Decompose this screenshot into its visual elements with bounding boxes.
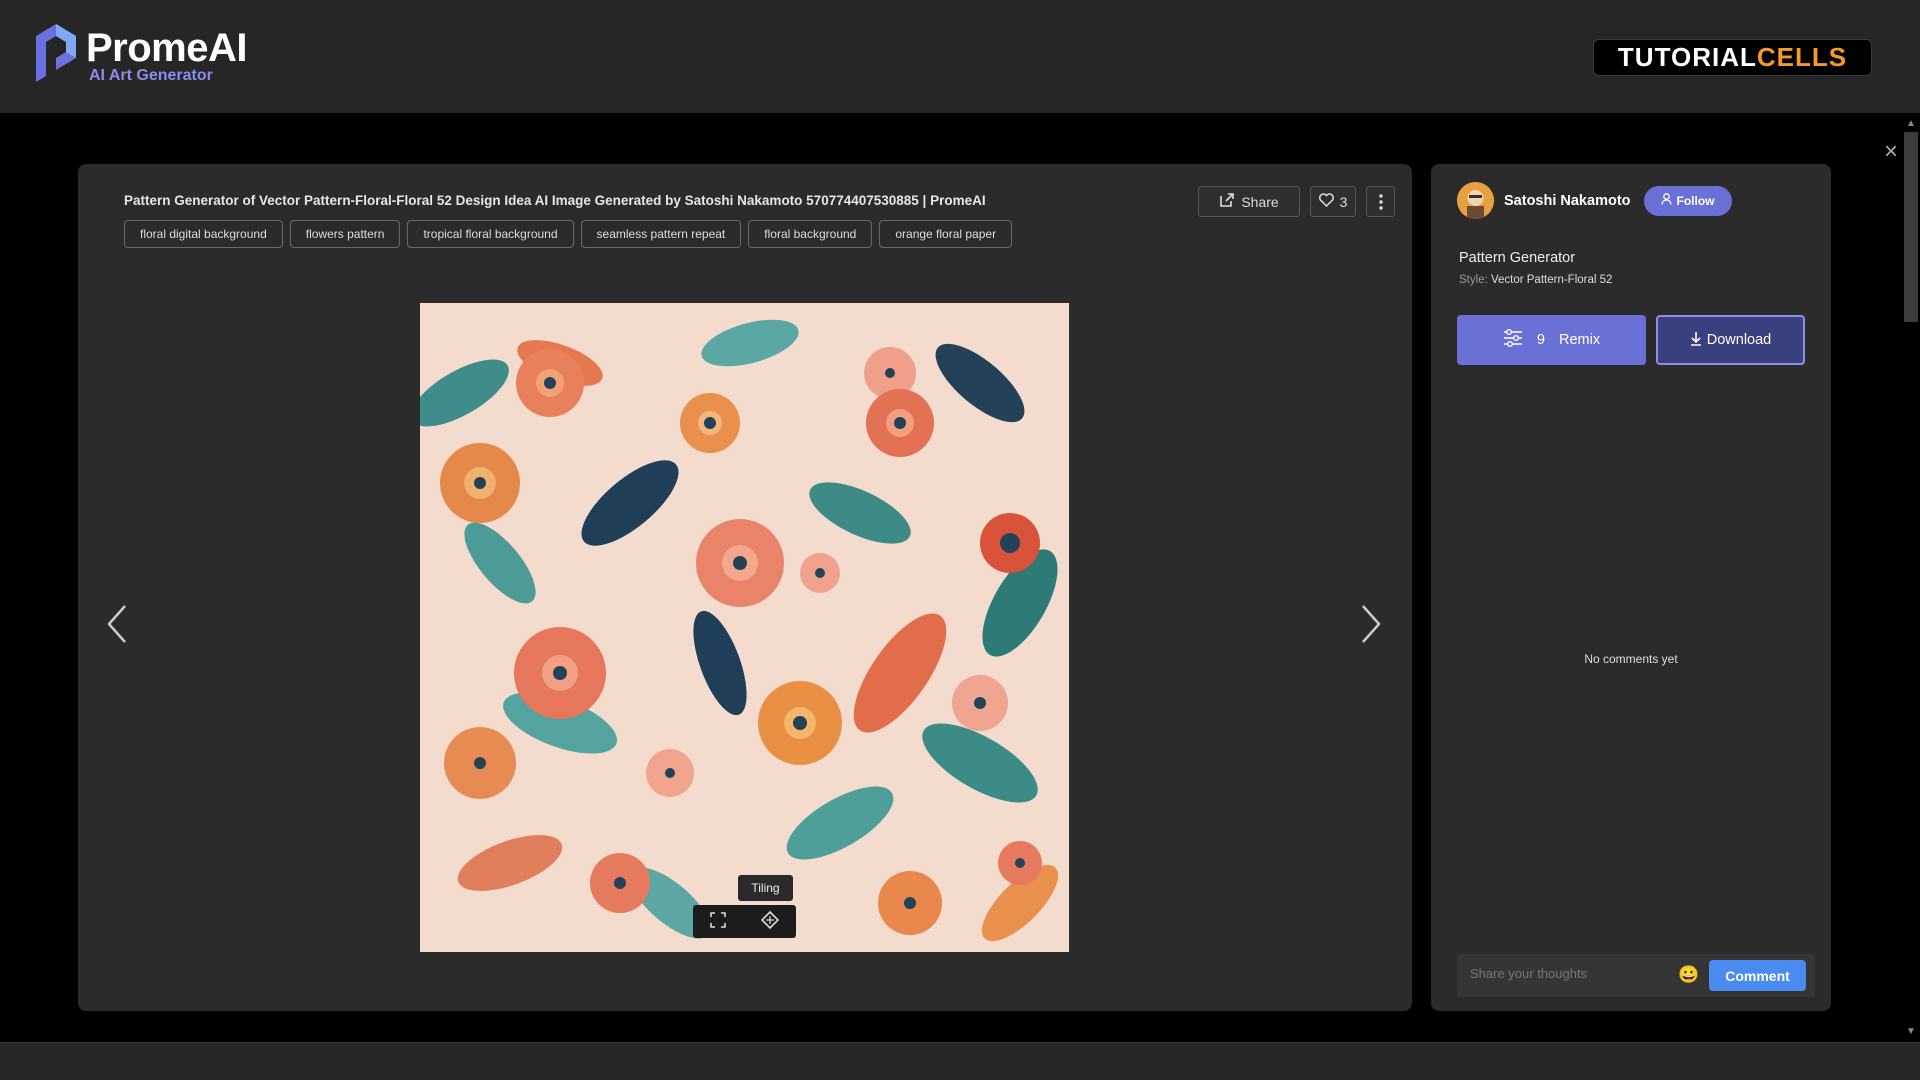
share-button[interactable]: Share <box>1198 186 1300 217</box>
comment-input[interactable]: Share your thoughts <box>1470 966 1587 981</box>
follow-button[interactable]: Follow <box>1643 185 1732 216</box>
tag-chip[interactable]: orange floral paper <box>879 220 1013 248</box>
style-key: Style: <box>1459 274 1488 286</box>
share-label: Share <box>1241 193 1279 210</box>
badge-text-b: CELLS <box>1756 42 1848 72</box>
scroll-down-icon[interactable]: ▼ <box>1905 1026 1917 1037</box>
remix-label: Remix <box>1558 332 1601 348</box>
generated-image[interactable] <box>420 303 1069 952</box>
fullscreen-icon[interactable] <box>710 911 727 932</box>
tag-chip[interactable]: floral digital background <box>124 220 283 248</box>
generator-name[interactable]: Pattern Generator <box>1459 250 1575 266</box>
logo-name: PromeAI <box>86 26 248 70</box>
tag-chip[interactable]: seamless pattern repeat <box>580 220 742 248</box>
author-row: Satoshi Nakamoto Follow <box>1457 182 1732 219</box>
logo-subtitle: AI Art Generator <box>89 67 213 84</box>
download-button[interactable]: Download <box>1656 315 1805 365</box>
page-title: Pattern Generator of Vector Pattern-Flor… <box>124 193 986 208</box>
remix-count: 9 <box>1536 332 1545 348</box>
badge-text-a: TUTORIAL <box>1617 42 1757 72</box>
avatar[interactable] <box>1457 182 1494 219</box>
bottom-bar <box>0 1042 1920 1080</box>
like-count: 3 <box>1339 193 1348 210</box>
scrollbar[interactable]: ▲ ▼ <box>1902 118 1920 1048</box>
previous-arrow-icon[interactable] <box>106 604 128 655</box>
tag-chip[interactable]: flowers pattern <box>289 220 401 248</box>
author-name[interactable]: Satoshi Nakamoto <box>1504 193 1631 209</box>
scroll-thumb[interactable] <box>1904 132 1918 322</box>
download-label: Download <box>1706 332 1772 348</box>
remix-button[interactable]: 9 Remix <box>1457 315 1646 365</box>
detail-panel: Satoshi Nakamoto Follow Pattern Generato… <box>1431 164 1831 1011</box>
promeai-logo[interactable]: PromeAI AI Art Generator <box>32 18 248 84</box>
tutorialcells-badge: TUTORIAL CELLS <box>1593 39 1872 76</box>
close-icon[interactable]: × <box>1884 138 1898 166</box>
scroll-up-icon[interactable]: ▲ <box>1905 118 1917 129</box>
image-actions: Share 3 <box>1198 186 1395 217</box>
style-info: Style: Vector Pattern-Floral 52 <box>1459 274 1612 286</box>
tag-list: floral digital background flowers patter… <box>124 220 1013 248</box>
top-bar: PromeAI AI Art Generator TUTORIAL CELLS <box>0 0 1920 113</box>
user-icon <box>1660 193 1672 208</box>
download-icon <box>1690 331 1702 350</box>
tag-chip[interactable]: floral background <box>748 220 873 248</box>
follow-label: Follow <box>1676 193 1715 208</box>
image-toolbar <box>693 905 796 938</box>
heart-icon <box>1318 193 1334 210</box>
no-comments-text: No comments yet <box>1584 652 1678 666</box>
tiling-tooltip: Tiling <box>738 875 793 901</box>
style-value: Vector Pattern-Floral 52 <box>1490 274 1613 286</box>
comment-button[interactable]: Comment <box>1709 960 1806 991</box>
share-icon <box>1219 192 1235 211</box>
promeai-logo-icon <box>32 18 80 82</box>
emoji-icon[interactable]: 😀 <box>1678 965 1699 985</box>
like-button[interactable]: 3 <box>1310 186 1356 217</box>
tag-chip[interactable]: tropical floral background <box>407 220 574 248</box>
sliders-icon <box>1503 329 1523 351</box>
comment-box: Share your thoughts 😀 Comment <box>1457 954 1815 997</box>
tiling-icon[interactable] <box>760 910 779 933</box>
next-arrow-icon[interactable] <box>1360 604 1382 655</box>
more-options-icon[interactable] <box>1366 186 1395 217</box>
